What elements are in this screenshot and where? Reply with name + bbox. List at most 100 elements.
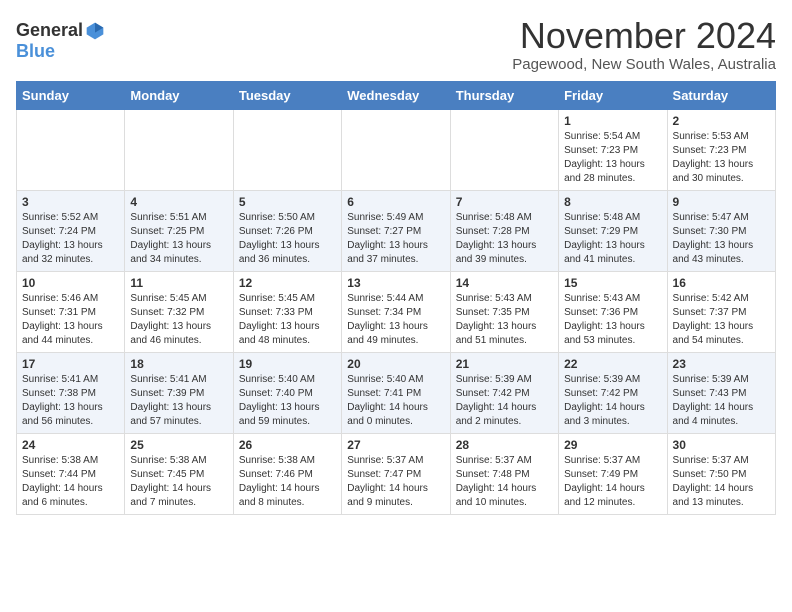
calendar-cell: 19 Sunrise: 5:40 AM Sunset: 7:40 PM Dayli… (233, 352, 341, 433)
location-subtitle: Pagewood, New South Wales, Australia (512, 56, 776, 73)
day-number: 9 (673, 195, 770, 209)
calendar-cell: 7 Sunrise: 5:48 AM Sunset: 7:28 PM Daylig… (450, 190, 558, 271)
calendar-cell: 16 Sunrise: 5:42 AM Sunset: 7:37 PM Dayli… (667, 271, 775, 352)
calendar-cell: 22 Sunrise: 5:39 AM Sunset: 7:42 PM Dayli… (559, 352, 667, 433)
day-info: Sunrise: 5:48 AM Sunset: 7:28 PM Dayligh… (456, 211, 553, 267)
calendar-cell: 15 Sunrise: 5:43 AM Sunset: 7:36 PM Dayli… (559, 271, 667, 352)
day-number: 2 (673, 114, 770, 128)
day-number: 8 (564, 195, 661, 209)
weekday-header-saturday: Saturday (667, 81, 775, 109)
calendar-cell: 9Sunrise: 5:47 AM Sunset: 7:30 PM Daylig… (667, 190, 775, 271)
day-info: Sunrise: 5:40 AM Sunset: 7:40 PM Dayligh… (239, 373, 336, 429)
calendar-cell: 1Sunrise: 5:54 AM Sunset: 7:23 PM Daylig… (559, 109, 667, 190)
calendar-cell: 8 Sunrise: 5:48 AM Sunset: 7:29 PM Daylig… (559, 190, 667, 271)
weekday-header-row: SundayMondayTuesdayWednesdayThursdayFrid… (17, 81, 776, 109)
weekday-header-monday: Monday (125, 81, 233, 109)
day-info: Sunrise: 5:41 AM Sunset: 7:38 PM Dayligh… (22, 373, 119, 429)
day-number: 15 (564, 276, 661, 290)
day-number: 27 (347, 438, 444, 452)
calendar-cell: 21Sunrise: 5:39 AM Sunset: 7:42 PM Dayli… (450, 352, 558, 433)
calendar-cell: 24Sunrise: 5:38 AM Sunset: 7:44 PM Dayli… (17, 433, 125, 514)
title-area: November 2024 Pagewood, New South Wales,… (512, 16, 776, 73)
day-number: 18 (130, 357, 227, 371)
day-number: 17 (22, 357, 119, 371)
day-info: Sunrise: 5:48 AM Sunset: 7:29 PM Dayligh… (564, 211, 661, 267)
day-info: Sunrise: 5:38 AM Sunset: 7:46 PM Dayligh… (239, 454, 336, 510)
day-info: Sunrise: 5:38 AM Sunset: 7:44 PM Dayligh… (22, 454, 119, 510)
calendar-cell: 13 Sunrise: 5:44 AM Sunset: 7:34 PM Dayli… (342, 271, 450, 352)
day-info: Sunrise: 5:37 AM Sunset: 7:47 PM Dayligh… (347, 454, 444, 510)
logo: General Blue (16, 20, 105, 62)
day-number: 30 (673, 438, 770, 452)
calendar-cell (125, 109, 233, 190)
day-number: 19 (239, 357, 336, 371)
day-info: Sunrise: 5:53 AM Sunset: 7:23 PM Dayligh… (673, 130, 770, 186)
calendar-cell: 27 Sunrise: 5:37 AM Sunset: 7:47 PM Dayli… (342, 433, 450, 514)
day-number: 7 (456, 195, 553, 209)
calendar-cell: 20 Sunrise: 5:40 AM Sunset: 7:41 PM Dayli… (342, 352, 450, 433)
day-info: Sunrise: 5:40 AM Sunset: 7:41 PM Dayligh… (347, 373, 444, 429)
calendar-week-row: 24Sunrise: 5:38 AM Sunset: 7:44 PM Dayli… (17, 433, 776, 514)
day-info: Sunrise: 5:43 AM Sunset: 7:36 PM Dayligh… (564, 292, 661, 348)
month-title: November 2024 (512, 16, 776, 56)
calendar-cell (17, 109, 125, 190)
calendar-table: SundayMondayTuesdayWednesdayThursdayFrid… (16, 81, 776, 515)
day-info: Sunrise: 5:45 AM Sunset: 7:33 PM Dayligh… (239, 292, 336, 348)
day-number: 3 (22, 195, 119, 209)
day-info: Sunrise: 5:43 AM Sunset: 7:35 PM Dayligh… (456, 292, 553, 348)
calendar-week-row: 10 Sunrise: 5:46 AM Sunset: 7:31 PM Dayli… (17, 271, 776, 352)
day-info: Sunrise: 5:37 AM Sunset: 7:49 PM Dayligh… (564, 454, 661, 510)
day-info: Sunrise: 5:46 AM Sunset: 7:31 PM Dayligh… (22, 292, 119, 348)
calendar-cell: 6Sunrise: 5:49 AM Sunset: 7:27 PM Daylig… (342, 190, 450, 271)
day-info: Sunrise: 5:42 AM Sunset: 7:37 PM Dayligh… (673, 292, 770, 348)
day-info: Sunrise: 5:38 AM Sunset: 7:45 PM Dayligh… (130, 454, 227, 510)
calendar-cell (342, 109, 450, 190)
calendar-cell: 2 Sunrise: 5:53 AM Sunset: 7:23 PM Daylig… (667, 109, 775, 190)
day-number: 13 (347, 276, 444, 290)
day-number: 23 (673, 357, 770, 371)
day-number: 11 (130, 276, 227, 290)
calendar-cell: 18 Sunrise: 5:41 AM Sunset: 7:39 PM Dayli… (125, 352, 233, 433)
day-info: Sunrise: 5:39 AM Sunset: 7:42 PM Dayligh… (564, 373, 661, 429)
calendar-cell: 17 Sunrise: 5:41 AM Sunset: 7:38 PM Dayli… (17, 352, 125, 433)
weekday-header-sunday: Sunday (17, 81, 125, 109)
day-number: 20 (347, 357, 444, 371)
day-number: 29 (564, 438, 661, 452)
logo-general-text: General (16, 20, 83, 41)
day-info: Sunrise: 5:50 AM Sunset: 7:26 PM Dayligh… (239, 211, 336, 267)
day-info: Sunrise: 5:37 AM Sunset: 7:50 PM Dayligh… (673, 454, 770, 510)
day-number: 5 (239, 195, 336, 209)
weekday-header-thursday: Thursday (450, 81, 558, 109)
day-number: 26 (239, 438, 336, 452)
day-number: 25 (130, 438, 227, 452)
calendar-cell: 12 Sunrise: 5:45 AM Sunset: 7:33 PM Dayli… (233, 271, 341, 352)
day-info: Sunrise: 5:39 AM Sunset: 7:43 PM Dayligh… (673, 373, 770, 429)
day-info: Sunrise: 5:49 AM Sunset: 7:27 PM Dayligh… (347, 211, 444, 267)
day-info: Sunrise: 5:41 AM Sunset: 7:39 PM Dayligh… (130, 373, 227, 429)
calendar-cell: 3Sunrise: 5:52 AM Sunset: 7:24 PM Daylig… (17, 190, 125, 271)
logo-blue-text: Blue (16, 41, 55, 62)
day-info: Sunrise: 5:45 AM Sunset: 7:32 PM Dayligh… (130, 292, 227, 348)
weekday-header-tuesday: Tuesday (233, 81, 341, 109)
day-info: Sunrise: 5:37 AM Sunset: 7:48 PM Dayligh… (456, 454, 553, 510)
calendar-cell: 11 Sunrise: 5:45 AM Sunset: 7:32 PM Dayli… (125, 271, 233, 352)
calendar-week-row: 17 Sunrise: 5:41 AM Sunset: 7:38 PM Dayli… (17, 352, 776, 433)
day-number: 4 (130, 195, 227, 209)
calendar-cell: 26 Sunrise: 5:38 AM Sunset: 7:46 PM Dayli… (233, 433, 341, 514)
calendar-cell: 5 Sunrise: 5:50 AM Sunset: 7:26 PM Daylig… (233, 190, 341, 271)
page-header: General Blue November 2024 Pagewood, New… (16, 16, 776, 73)
day-number: 12 (239, 276, 336, 290)
day-number: 22 (564, 357, 661, 371)
day-number: 28 (456, 438, 553, 452)
calendar-cell: 28 Sunrise: 5:37 AM Sunset: 7:48 PM Dayli… (450, 433, 558, 514)
day-info: Sunrise: 5:44 AM Sunset: 7:34 PM Dayligh… (347, 292, 444, 348)
day-number: 1 (564, 114, 661, 128)
day-number: 10 (22, 276, 119, 290)
day-info: Sunrise: 5:51 AM Sunset: 7:25 PM Dayligh… (130, 211, 227, 267)
calendar-cell (233, 109, 341, 190)
day-number: 16 (673, 276, 770, 290)
day-info: Sunrise: 5:39 AM Sunset: 7:42 PM Dayligh… (456, 373, 553, 429)
calendar-cell (450, 109, 558, 190)
day-number: 14 (456, 276, 553, 290)
calendar-cell: 25 Sunrise: 5:38 AM Sunset: 7:45 PM Dayli… (125, 433, 233, 514)
